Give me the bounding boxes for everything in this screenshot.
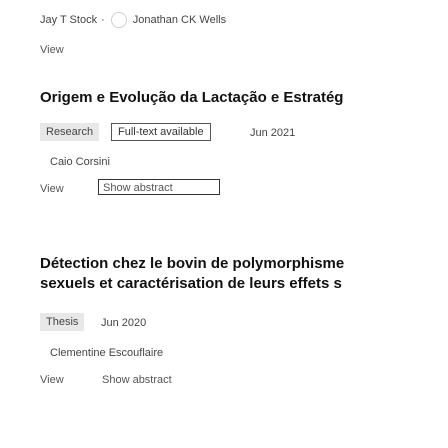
type-badge: Thesis xyxy=(40,313,85,331)
entry-top-authors: Jay T Stock · Jonathan CK Wells xyxy=(40,12,226,28)
show-abstract-button[interactable]: Show abstract xyxy=(98,179,220,195)
publication-title[interactable]: Origem e Evolução da Lactação e Estratég xyxy=(40,88,343,107)
author-link[interactable]: Caio Corsini xyxy=(50,156,110,168)
publication-title-continued[interactable]: sexuels et caractérisation de leurs effe… xyxy=(40,274,342,293)
view-button[interactable]: View xyxy=(40,374,64,386)
author-link[interactable]: Jonathan CK Wells xyxy=(133,14,226,26)
publications-list: Jay T Stock · Jonathan CK Wells View Ori… xyxy=(0,0,448,448)
publication-date: Jun 2021 xyxy=(250,127,296,139)
author-separator: · xyxy=(101,14,105,26)
author-link[interactable]: Jay T Stock xyxy=(40,14,97,26)
author-link[interactable]: Clementine Escouflaire xyxy=(50,347,163,359)
view-button[interactable]: View xyxy=(40,183,64,195)
type-badge: Research xyxy=(40,123,100,141)
publication-title[interactable]: Détection chez le bovin de polymorphisme xyxy=(40,254,344,273)
show-abstract-button[interactable]: Show abstract xyxy=(98,372,176,388)
avatar xyxy=(110,12,127,28)
fulltext-badge[interactable]: Full-text available xyxy=(111,123,211,141)
publication-date: Jun 2020 xyxy=(101,317,147,329)
view-button[interactable]: View xyxy=(40,44,64,56)
